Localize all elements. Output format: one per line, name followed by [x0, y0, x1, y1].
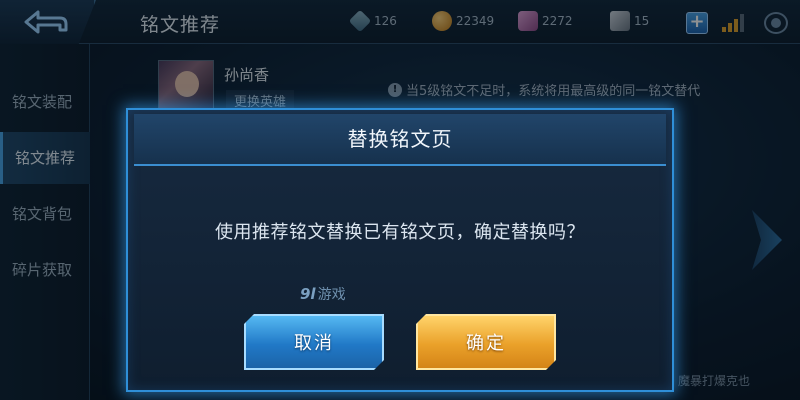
dialog-title: 替换铭文页: [134, 114, 666, 166]
cancel-button[interactable]: 取消: [244, 314, 384, 370]
watermark-logo: 9l 游戏: [300, 284, 346, 304]
watermark-text: 游戏: [317, 287, 346, 303]
watermark-number: 9l: [300, 285, 316, 303]
replace-confirm-dialog: 替换铭文页 使用推荐铭文替换已有铭文页，确定替换吗？ 9l 游戏 取消 确定: [126, 108, 674, 392]
dialog-message: 使用推荐铭文替换已有铭文页，确定替换吗？: [215, 222, 585, 243]
confirm-button[interactable]: 确定: [416, 314, 556, 370]
